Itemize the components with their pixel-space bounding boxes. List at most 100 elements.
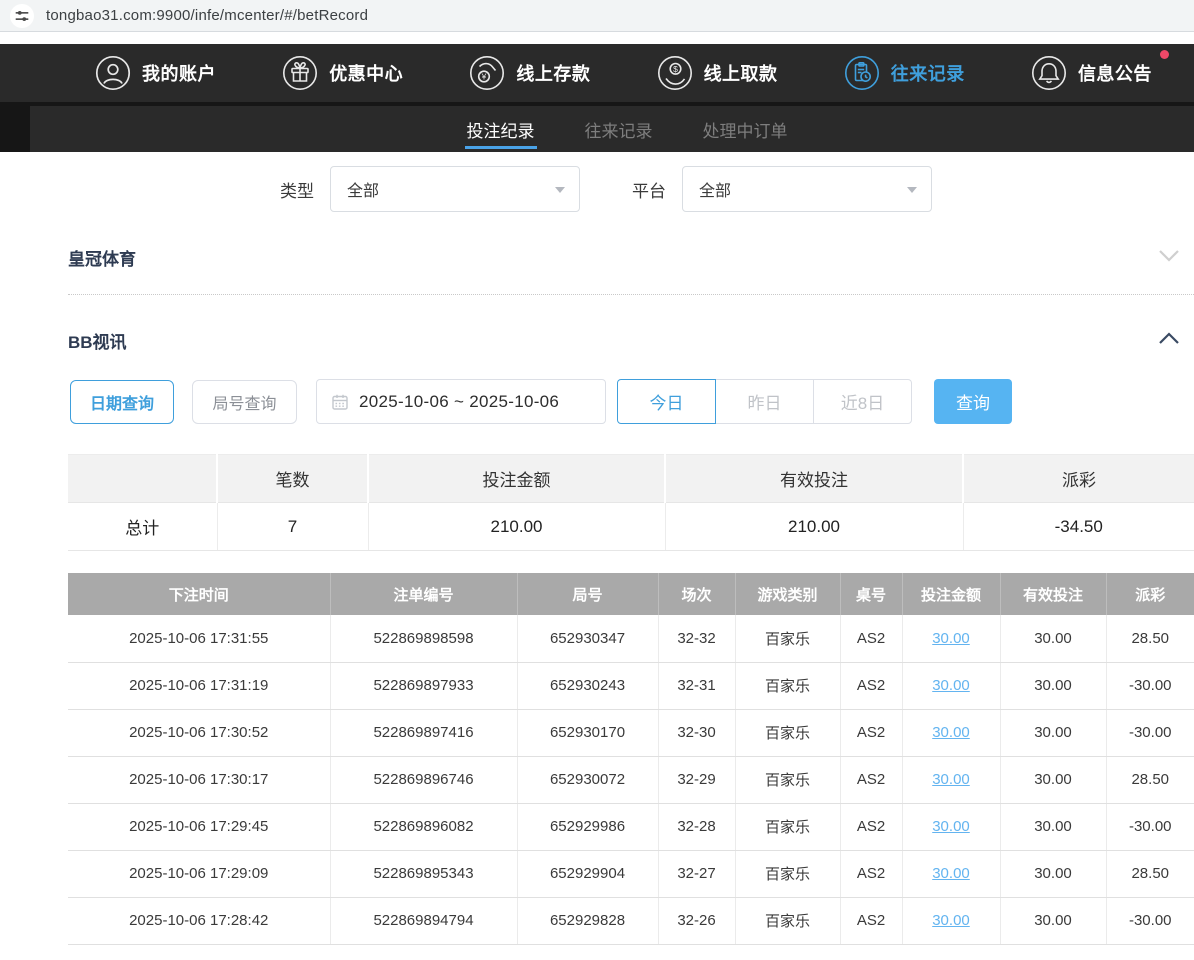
record-cell: -30.00 (1106, 709, 1194, 756)
bet-amount-link[interactable]: 30.00 (932, 865, 970, 882)
records-col-header: 场次 (658, 573, 735, 615)
chevron-up-icon[interactable] (1158, 332, 1180, 350)
nav-item-deposit[interactable]: ¥ 线上存款 (469, 55, 590, 91)
record-row: 2025-10-06 17:29:09522869895343652929904… (68, 850, 1194, 897)
bet-amount-link[interactable]: 30.00 (932, 677, 970, 694)
main-nav: 我的账户 优惠中心 ¥ 线上存款 $ (0, 44, 1194, 102)
bell-icon (1031, 55, 1067, 91)
nav-item-announcements[interactable]: 信息公告 (1031, 55, 1152, 91)
record-cell: 652929904 (517, 850, 658, 897)
nav-item-my-account[interactable]: 我的账户 (95, 55, 216, 91)
nav-label: 优惠中心 (329, 60, 403, 86)
tab-transaction-record[interactable]: 往来记录 (583, 106, 655, 152)
svg-text:$: $ (673, 64, 678, 74)
nav-item-transaction-records[interactable]: 往来记录 (844, 55, 965, 91)
record-cell: 2025-10-06 17:31:19 (68, 662, 330, 709)
chevron-down-icon (555, 187, 565, 193)
record-row: 2025-10-06 17:31:55522869898598652930347… (68, 615, 1194, 662)
record-cell: 28.50 (1106, 615, 1194, 662)
url-text[interactable]: tongbao31.com:9900/infe/mcenter/#/betRec… (46, 7, 368, 24)
record-cell: 652929986 (517, 803, 658, 850)
record-cell: 652930072 (517, 756, 658, 803)
record-row: 2025-10-06 17:30:52522869897416652930170… (68, 709, 1194, 756)
bet-amount-link[interactable]: 30.00 (932, 630, 970, 647)
record-cell: 522869895343 (330, 850, 517, 897)
svg-text:¥: ¥ (481, 72, 487, 82)
record-row: 2025-10-06 17:31:19522869897933652930243… (68, 662, 1194, 709)
type-filter-label: 类型 (280, 177, 314, 202)
platform-filter-label: 平台 (632, 177, 666, 202)
records-header-row: 下注时间注单编号局号场次游戏类别桌号投注金额有效投注派彩 (68, 573, 1194, 615)
round-query-button[interactable]: 局号查询 (192, 380, 297, 424)
summary-bet-amount: 210.00 (368, 503, 665, 551)
site-settings-icon[interactable] (10, 4, 34, 28)
record-cell: 652930170 (517, 709, 658, 756)
record-cell: 百家乐 (735, 709, 840, 756)
summary-count: 7 (217, 503, 368, 551)
record-cell: 32-30 (658, 709, 735, 756)
record-cell: 32-28 (658, 803, 735, 850)
record-cell: 522869896082 (330, 803, 517, 850)
records-icon (844, 55, 880, 91)
nav-item-promotions[interactable]: 优惠中心 (282, 55, 403, 91)
record-cell: AS2 (840, 850, 902, 897)
record-cell: 30.00 (902, 803, 1000, 850)
record-cell: 28.50 (1106, 850, 1194, 897)
record-cell: 百家乐 (735, 850, 840, 897)
bet-amount-link[interactable]: 30.00 (932, 912, 970, 929)
record-cell: 522869897416 (330, 709, 517, 756)
record-cell: 百家乐 (735, 897, 840, 944)
search-button[interactable]: 查询 (934, 379, 1012, 424)
query-toolbar: 日期查询 局号查询 2025-10-06 ~ 2025-10-06 今日 昨日 (68, 379, 1194, 424)
last8days-button[interactable]: 近8日 (813, 379, 912, 424)
browser-url-bar: tongbao31.com:9900/infe/mcenter/#/betRec… (0, 0, 1194, 32)
record-cell: 30.00 (1000, 709, 1106, 756)
record-cell: 30.00 (902, 709, 1000, 756)
record-cell: 28.50 (1106, 756, 1194, 803)
record-cell: -30.00 (1106, 662, 1194, 709)
record-cell: 30.00 (902, 850, 1000, 897)
summary-col-header: 派彩 (963, 455, 1194, 503)
tab-bet-record[interactable]: 投注纪录 (465, 106, 537, 152)
date-range-input[interactable]: 2025-10-06 ~ 2025-10-06 (316, 379, 606, 424)
chevron-down-icon[interactable] (1158, 249, 1180, 267)
record-cell: 2025-10-06 17:31:55 (68, 615, 330, 662)
summary-total-row: 总计 7 210.00 210.00 -34.50 (68, 503, 1194, 551)
date-query-button[interactable]: 日期查询 (70, 380, 174, 424)
nav-label: 往来记录 (891, 60, 965, 86)
record-cell: 百家乐 (735, 662, 840, 709)
nav-label: 我的账户 (142, 60, 216, 86)
record-cell: 30.00 (902, 662, 1000, 709)
platform-select[interactable]: 全部 (682, 166, 932, 212)
record-cell: AS2 (840, 615, 902, 662)
yesterday-button[interactable]: 昨日 (715, 379, 814, 424)
record-cell: 30.00 (1000, 662, 1106, 709)
nav-item-withdraw[interactable]: $ 线上取款 (657, 55, 778, 91)
summary-col-header: 笔数 (217, 455, 368, 503)
record-cell: 30.00 (902, 756, 1000, 803)
main-content: 类型 全部 平台 全部 皇冠体育 BB视讯 (0, 166, 1194, 945)
records-table: 下注时间注单编号局号场次游戏类别桌号投注金额有效投注派彩 2025-10-06 … (68, 573, 1194, 945)
type-select[interactable]: 全部 (330, 166, 580, 212)
today-button[interactable]: 今日 (617, 379, 716, 424)
record-cell: AS2 (840, 756, 902, 803)
bet-amount-link[interactable]: 30.00 (932, 818, 970, 835)
record-cell: 652930243 (517, 662, 658, 709)
tab-pending-orders[interactable]: 处理中订单 (701, 106, 790, 152)
record-cell: 32-31 (658, 662, 735, 709)
bet-amount-link[interactable]: 30.00 (932, 724, 970, 741)
record-cell: 30.00 (1000, 850, 1106, 897)
records-col-header: 有效投注 (1000, 573, 1106, 615)
deposit-icon: ¥ (469, 55, 505, 91)
record-row: 2025-10-06 17:30:17522869896746652930072… (68, 756, 1194, 803)
filter-row: 类型 全部 平台 全部 (68, 166, 1194, 212)
records-col-header: 游戏类别 (735, 573, 840, 615)
record-cell: AS2 (840, 709, 902, 756)
bet-amount-link[interactable]: 30.00 (932, 771, 970, 788)
record-cell: 30.00 (1000, 897, 1106, 944)
section-bb-live[interactable]: BB视讯 (68, 328, 1194, 353)
date-range-value: 2025-10-06 ~ 2025-10-06 (359, 392, 559, 412)
record-cell: 522869894794 (330, 897, 517, 944)
record-cell: 522869898598 (330, 615, 517, 662)
section-crown-sports[interactable]: 皇冠体育 (68, 245, 1194, 270)
